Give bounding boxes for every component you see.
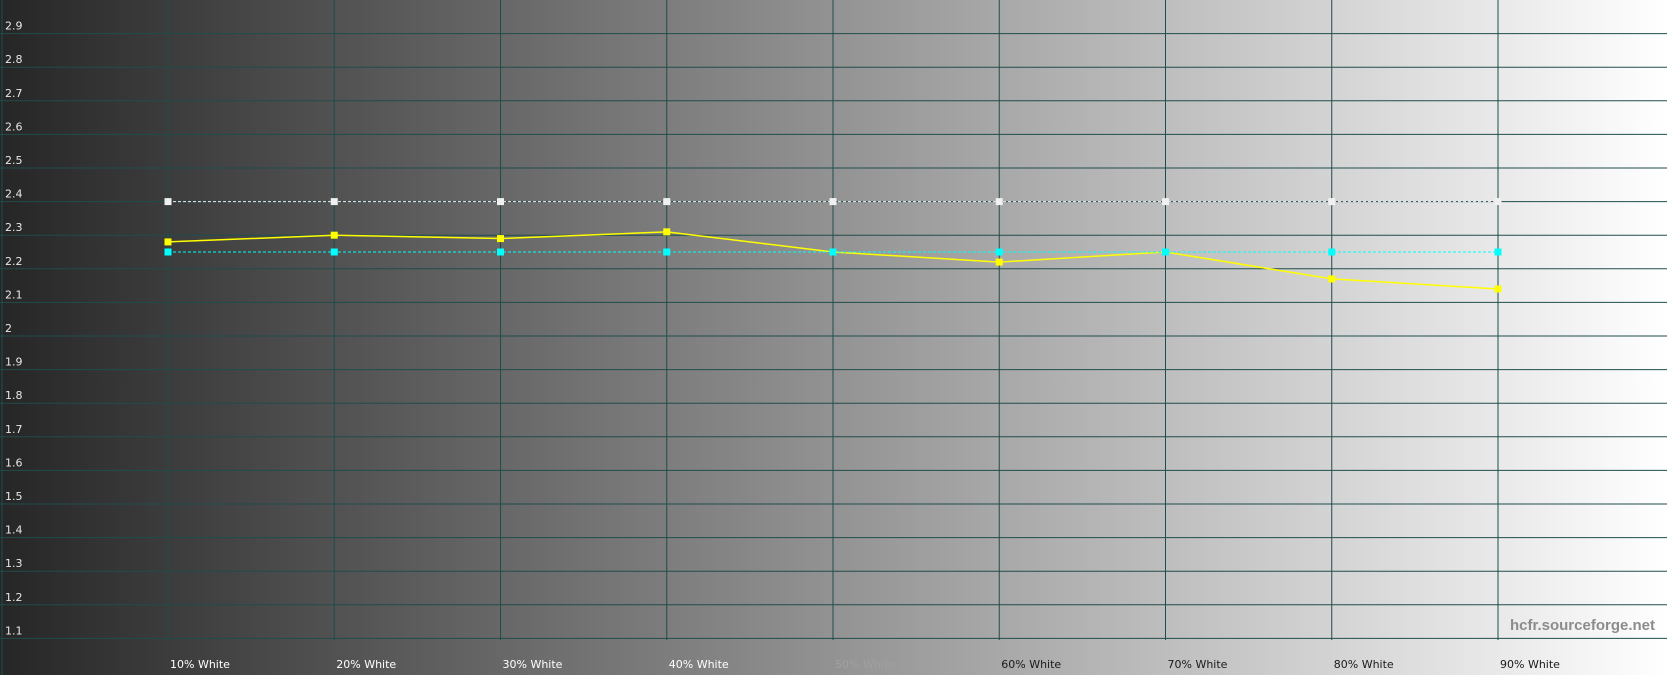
series-marker-1 [1328, 198, 1336, 206]
series-marker-0 [1494, 285, 1502, 293]
x-tick-label: 10% White [170, 658, 230, 671]
x-tick-label: 90% White [1500, 658, 1560, 671]
series-marker-1 [330, 198, 338, 206]
y-tick-label: 1.8 [5, 389, 23, 402]
series-marker-1 [1162, 198, 1169, 206]
x-tick-label: 60% White [1001, 658, 1061, 671]
series-marker-2 [330, 248, 338, 256]
series-marker-1 [497, 198, 504, 206]
series-marker-2 [995, 248, 1003, 256]
series-marker-1 [995, 198, 1003, 206]
series-marker-2 [829, 248, 837, 256]
series-marker-1 [663, 198, 671, 206]
x-tick-label: 40% White [669, 658, 729, 671]
series-marker-0 [1328, 275, 1336, 283]
series-marker-2 [497, 248, 504, 256]
series-marker-0 [330, 231, 338, 239]
x-tick-labels: 10% White 20% White 30% White 40% White 50% … [170, 658, 1560, 671]
x-tick-label: 80% White [1334, 658, 1394, 671]
series-marker-0 [164, 238, 172, 246]
watermark-text: hcfr.sourceforge.net [1510, 617, 1655, 634]
y-tick-label: 1.5 [5, 490, 23, 503]
y-tick-label: 2.9 [5, 20, 23, 33]
x-tick-label: 20% White [336, 658, 396, 671]
series-marker-2 [164, 248, 172, 256]
gamma-chart: 1.1 1.2 1.3 1.4 1.5 1.6 1.7 1.8 1.9 2 2.1 2.2 2.3 2.4… [0, 0, 1667, 675]
y-tick-label: 2.8 [5, 53, 23, 66]
series-marker-2 [1162, 248, 1169, 256]
x-tick-label: 50% White [835, 658, 895, 671]
series-marker-0 [497, 235, 504, 243]
y-tick-label: 1.1 [5, 624, 23, 637]
gamma-chart-svg: 1.1 1.2 1.3 1.4 1.5 1.6 1.7 1.8 1.9 2 2.1 2.2 2.3 2.4… [0, 0, 1667, 675]
y-tick-label: 2.5 [5, 154, 23, 167]
y-tick-label: 1.4 [5, 524, 23, 537]
series-marker-1 [829, 198, 837, 206]
y-tick-label: 1.6 [5, 456, 23, 469]
y-tick-label: 2.3 [5, 221, 23, 234]
y-tick-label: 2 [5, 322, 12, 335]
series-marker-1 [164, 198, 172, 206]
series-marker-1 [1494, 198, 1502, 206]
y-tick-label: 1.3 [5, 557, 23, 570]
series-marker-2 [1328, 248, 1336, 256]
series-marker-2 [663, 248, 671, 256]
y-tick-label: 2.1 [5, 288, 23, 301]
series-marker-2 [1494, 248, 1502, 256]
x-tick-label: 30% White [503, 658, 563, 671]
y-tick-label: 1.9 [5, 356, 23, 369]
y-tick-label: 1.7 [5, 423, 23, 436]
series-marker-0 [995, 258, 1003, 266]
y-tick-label: 2.7 [5, 87, 23, 100]
y-tick-label: 2.4 [5, 188, 23, 201]
y-tick-label: 2.2 [5, 255, 23, 268]
series-marker-0 [663, 228, 671, 236]
y-tick-label: 2.6 [5, 120, 23, 133]
y-tick-label: 1.2 [5, 591, 23, 604]
x-tick-label: 70% White [1168, 658, 1228, 671]
